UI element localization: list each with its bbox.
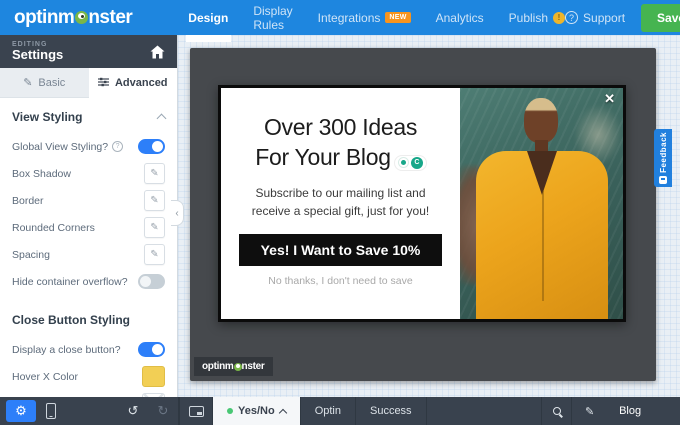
preview-canvas: Over 300 Ideas For Your BlogC Subscribe … xyxy=(178,35,680,397)
views-toggle-button[interactable] xyxy=(179,397,213,425)
sliders-icon xyxy=(98,77,109,90)
settings-gear-button[interactable]: ⚙ xyxy=(6,400,36,422)
extension-badge-icon: C xyxy=(411,157,423,169)
optinmonster-watermark: optinmnster xyxy=(194,357,273,376)
view-tab-yesno[interactable]: Yes/No xyxy=(213,397,301,425)
view-tab-success[interactable]: Success xyxy=(356,397,427,425)
chevron-up-icon xyxy=(157,114,167,124)
home-icon[interactable] xyxy=(150,45,165,59)
hide-overflow-toggle[interactable] xyxy=(138,274,165,289)
logo-text-suffix: nster xyxy=(88,7,132,29)
global-view-styling-toggle[interactable] xyxy=(138,139,165,154)
new-badge: NEW xyxy=(385,12,410,23)
row-hover-bg-color: Hover Background Color xyxy=(0,390,177,397)
row-hover-x-color: Hover X Color xyxy=(0,363,177,390)
sidebar-collapse-handle[interactable]: ‹ xyxy=(171,200,184,226)
bottom-toolbar: ⚙ ↺ ↻ Yes/No Optin Success ✎ Blog xyxy=(0,397,680,425)
tab-advanced[interactable]: Advanced xyxy=(89,68,178,98)
display-close-button-toggle[interactable] xyxy=(138,342,165,357)
top-navbar: optinm nster Design Display Rules Integra… xyxy=(0,0,680,35)
nav-item-analytics[interactable]: Analytics xyxy=(436,11,484,25)
extension-badges: C xyxy=(395,156,426,170)
views-icon xyxy=(189,406,204,417)
save-button[interactable]: Save xyxy=(641,4,680,32)
nav-item-publish[interactable]: Publish! xyxy=(509,11,565,25)
phone-icon xyxy=(46,403,56,419)
spacing-edit-button[interactable]: ✎ xyxy=(144,244,165,265)
optinmonster-builder: optinm nster Design Display Rules Integra… xyxy=(0,0,680,425)
campaign-name-button[interactable]: ✎ Blog xyxy=(572,397,680,425)
pencil-icon: ✎ xyxy=(23,76,32,89)
optinmonster-logo[interactable]: optinm nster xyxy=(14,7,132,29)
sidebar-body: View Styling Global View Styling?? Box S… xyxy=(0,98,177,397)
popup-cta-button[interactable]: Yes! I Want to Save 10% xyxy=(239,234,443,266)
nav-menu: Design Display Rules IntegrationsNEW Ana… xyxy=(188,4,565,32)
sidebar-tabs: ✎ Basic Advanced xyxy=(0,68,177,98)
mobile-preview-button[interactable] xyxy=(36,397,66,425)
nav-item-design[interactable]: Design xyxy=(188,11,228,25)
row-border: Border ✎ xyxy=(0,187,177,214)
popup-preview[interactable]: Over 300 Ideas For Your BlogC Subscribe … xyxy=(218,85,626,322)
popup-body-text[interactable]: Subscribe to our mailing list and receiv… xyxy=(252,184,429,221)
popup-close-icon[interactable]: ✕ xyxy=(604,91,615,107)
feedback-tab[interactable]: Feedback xyxy=(654,129,672,187)
help-icon[interactable]: ? xyxy=(112,141,123,152)
row-spacing: Spacing ✎ xyxy=(0,241,177,268)
row-hide-overflow: Hide container overflow? xyxy=(0,268,177,295)
row-box-shadow: Box Shadow ✎ xyxy=(0,160,177,187)
search-button[interactable] xyxy=(542,397,572,425)
nav-item-integrations[interactable]: IntegrationsNEW xyxy=(318,11,411,25)
monster-icon-small xyxy=(234,363,242,371)
border-edit-button[interactable]: ✎ xyxy=(144,190,165,211)
popup-content: Over 300 Ideas For Your BlogC Subscribe … xyxy=(221,88,460,319)
sidebar-title: Settings xyxy=(12,48,63,62)
chevron-up-icon xyxy=(278,408,286,416)
popup-headline[interactable]: Over 300 Ideas For Your BlogC xyxy=(255,112,425,173)
hover-x-color-swatch[interactable] xyxy=(142,366,165,387)
design-tab-indicator xyxy=(186,35,231,42)
question-icon: ? xyxy=(565,11,578,24)
logo-text-prefix: optinm xyxy=(14,7,74,29)
popup-dismiss-link[interactable]: No thanks, I don't need to save xyxy=(268,275,412,287)
popup-photo[interactable] xyxy=(460,88,623,319)
feedback-icon xyxy=(659,176,667,184)
sidebar-header: EDITING Settings xyxy=(0,35,177,68)
campaign-name-label: Blog xyxy=(594,405,666,417)
section-view-styling[interactable]: View Styling xyxy=(0,98,177,133)
section-close-button-styling[interactable]: Close Button Styling xyxy=(0,301,177,336)
monster-icon xyxy=(75,11,88,24)
bulb-icon xyxy=(398,157,409,168)
row-global-view-styling: Global View Styling?? xyxy=(0,133,177,160)
tab-basic[interactable]: ✎ Basic xyxy=(0,68,89,98)
rounded-corners-edit-button[interactable]: ✎ xyxy=(144,217,165,238)
view-tab-optin[interactable]: Optin xyxy=(301,397,356,425)
support-link[interactable]: ?Support xyxy=(565,11,625,25)
search-icon xyxy=(553,407,561,415)
nav-right-group: ?Support Save ✕ xyxy=(565,4,680,32)
row-display-close-button: Display a close button? xyxy=(0,336,177,363)
publish-alert-badge: ! xyxy=(553,12,565,24)
row-rounded-corners: Rounded Corners ✎ xyxy=(0,214,177,241)
popup-backdrop[interactable]: Over 300 Ideas For Your BlogC Subscribe … xyxy=(190,48,656,381)
pencil-icon: ✎ xyxy=(585,405,594,418)
active-view-dot xyxy=(227,408,233,414)
chevron-left-icon: ‹ xyxy=(175,208,178,219)
person-in-yellow-blazer xyxy=(460,88,623,319)
toolbar-empty-area xyxy=(427,397,542,425)
box-shadow-edit-button[interactable]: ✎ xyxy=(144,163,165,184)
settings-sidebar: EDITING Settings ✎ Basic Advanced View S… xyxy=(0,35,178,397)
redo-button[interactable]: ↻ xyxy=(148,397,178,425)
nav-item-display-rules[interactable]: Display Rules xyxy=(253,4,292,32)
undo-button[interactable]: ↺ xyxy=(118,397,148,425)
